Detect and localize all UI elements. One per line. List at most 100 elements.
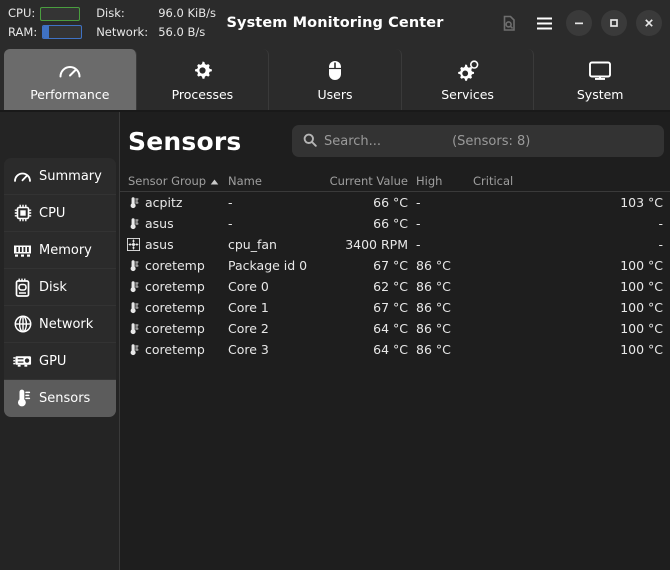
gauge-icon xyxy=(58,60,82,82)
thermometer-icon xyxy=(126,196,141,210)
cell-sensor-group: coretemp xyxy=(120,342,228,357)
monitor-icon xyxy=(588,60,612,82)
tab-services[interactable]: Services xyxy=(402,49,535,112)
sidebar-item-memory[interactable]: Memory xyxy=(4,232,116,269)
tab-processes[interactable]: Processes xyxy=(137,49,270,112)
meter-labels: CPU: RAM: xyxy=(8,5,83,40)
close-button[interactable] xyxy=(636,10,662,36)
disk-value: 96.0 KiB/s xyxy=(158,6,216,21)
sidebar-item-gpu[interactable]: GPU xyxy=(4,343,116,380)
menu-icon[interactable] xyxy=(531,10,557,36)
cell-name: - xyxy=(228,195,233,210)
table-row[interactable]: asus cpu_fan 3400 RPM - - xyxy=(120,234,670,255)
cpu-meter-row: CPU: xyxy=(8,5,82,22)
sidebar-item-sensors-label: Sensors xyxy=(39,391,91,406)
sidebar-item-gpu-label: GPU xyxy=(39,353,67,369)
tab-system[interactable]: System xyxy=(534,49,666,112)
memory-stick-icon xyxy=(13,243,32,258)
tab-users-label: Users xyxy=(317,86,353,102)
table-row[interactable]: coretemp Core 3 64 °C 86 °C 100 °C xyxy=(120,339,670,360)
cell-current-value: 66 °C xyxy=(373,216,408,231)
cell-name: - xyxy=(228,216,233,231)
sensors-table: Sensor Group Name Current Value High Cri… xyxy=(120,170,670,360)
cell-name: Core 2 xyxy=(228,321,269,336)
search-icon xyxy=(303,132,317,151)
column-header-name-label: Name xyxy=(228,173,262,188)
thermometer-icon xyxy=(126,301,141,315)
sidebar-item-cpu-label: CPU xyxy=(39,205,66,221)
disk-icon xyxy=(13,278,32,297)
table-row[interactable]: coretemp Core 0 62 °C 86 °C 100 °C xyxy=(120,276,670,297)
cell-sensor-group: coretemp xyxy=(120,300,228,315)
sidebar: Summary CPU Memory Disk Network GPU Sens… xyxy=(0,112,119,570)
globe-icon xyxy=(13,315,32,333)
column-header-high[interactable]: High xyxy=(408,174,463,188)
cell-current-value: 64 °C xyxy=(373,321,408,336)
cell-current-value: 66 °C xyxy=(373,195,408,210)
mouse-icon xyxy=(328,60,342,82)
cell-sensor-group: coretemp xyxy=(120,279,228,294)
sidebar-item-network[interactable]: Network xyxy=(4,306,116,343)
thermometer-icon xyxy=(13,389,32,408)
cell-sensor-group-text: coretemp xyxy=(145,300,205,315)
gpu-card-icon xyxy=(13,354,32,368)
cell-critical: - xyxy=(658,237,663,252)
cell-name: Core 3 xyxy=(228,342,269,357)
cell-critical: 103 °C xyxy=(620,195,663,210)
maximize-button[interactable] xyxy=(601,10,627,36)
cell-sensor-group-text: acpitz xyxy=(145,195,183,210)
cell-sensor-group: asus xyxy=(120,216,228,231)
minimize-button[interactable] xyxy=(566,10,592,36)
cpu-chip-icon xyxy=(13,204,32,222)
thermometer-icon xyxy=(126,343,141,357)
sidebar-item-sensors[interactable]: Sensors xyxy=(4,380,116,417)
column-header-critical-label: Critical xyxy=(473,173,514,188)
cell-sensor-group-text: asus xyxy=(145,237,174,252)
sidebar-list: Summary CPU Memory Disk Network GPU Sens… xyxy=(4,158,116,417)
gauge-icon xyxy=(13,170,32,183)
content-area: Sensors Search... (Sensors: 8) Sensor Gr… xyxy=(120,112,670,570)
table-row[interactable]: asus -66 °C - - xyxy=(120,213,670,234)
cell-current-value: 67 °C xyxy=(373,300,408,315)
sidebar-item-disk[interactable]: Disk xyxy=(4,269,116,306)
cell-current-value: 62 °C xyxy=(373,279,408,294)
column-header-name[interactable]: Name xyxy=(228,174,320,188)
column-header-sensor-group[interactable]: Sensor Group xyxy=(120,174,228,188)
search-input[interactable]: Search... (Sensors: 8) xyxy=(292,125,664,157)
sidebar-item-summary[interactable]: Summary xyxy=(4,158,116,195)
cell-name: cpu_fan xyxy=(228,237,277,252)
main-tab-bar: Performance Processes Users Services Sys… xyxy=(0,46,670,112)
column-header-critical[interactable]: Critical xyxy=(463,174,670,188)
sidebar-item-summary-label: Summary xyxy=(39,168,102,184)
gear-icon xyxy=(192,60,213,82)
gears-icon xyxy=(456,59,479,82)
cell-critical: 100 °C xyxy=(620,258,663,273)
sidebar-item-cpu[interactable]: CPU xyxy=(4,195,116,232)
table-header-row: Sensor Group Name Current Value High Cri… xyxy=(120,170,670,192)
tab-performance[interactable]: Performance xyxy=(4,49,137,112)
column-header-current-value[interactable]: Current Value xyxy=(320,174,408,188)
cell-critical: 100 °C xyxy=(620,300,663,315)
title-bar: CPU: RAM: Disk: 96.0 KiB/s Network: 56.0… xyxy=(0,0,670,46)
table-row[interactable]: coretemp Core 2 64 °C 86 °C 100 °C xyxy=(120,318,670,339)
cell-high: 86 °C xyxy=(416,342,451,357)
tab-performance-label: Performance xyxy=(30,86,110,102)
cell-high: 86 °C xyxy=(416,279,451,294)
page-search-icon[interactable] xyxy=(496,10,522,36)
sidebar-item-network-label: Network xyxy=(39,316,94,332)
cell-high: 86 °C xyxy=(416,300,451,315)
cell-high: 86 °C xyxy=(416,258,451,273)
cell-sensor-group: asus xyxy=(120,237,228,252)
table-body: acpitz -66 °C -103 °C asus -66 °C - - asus cpu_f… xyxy=(120,192,670,360)
cell-name: Package id 0 xyxy=(228,258,308,273)
cell-name: Core 0 xyxy=(228,279,269,294)
table-row[interactable]: coretemp Package id 0 67 °C 86 °C 100 °C xyxy=(120,255,670,276)
table-row[interactable]: coretemp Core 1 67 °C 86 °C 100 °C xyxy=(120,297,670,318)
cell-critical: 100 °C xyxy=(620,342,663,357)
thermometer-icon xyxy=(126,259,141,273)
cell-current-value: 64 °C xyxy=(373,342,408,357)
ram-label: RAM: xyxy=(8,25,38,39)
ram-meter xyxy=(42,25,83,40)
table-row[interactable]: acpitz -66 °C -103 °C xyxy=(120,192,670,213)
tab-users[interactable]: Users xyxy=(269,49,402,112)
